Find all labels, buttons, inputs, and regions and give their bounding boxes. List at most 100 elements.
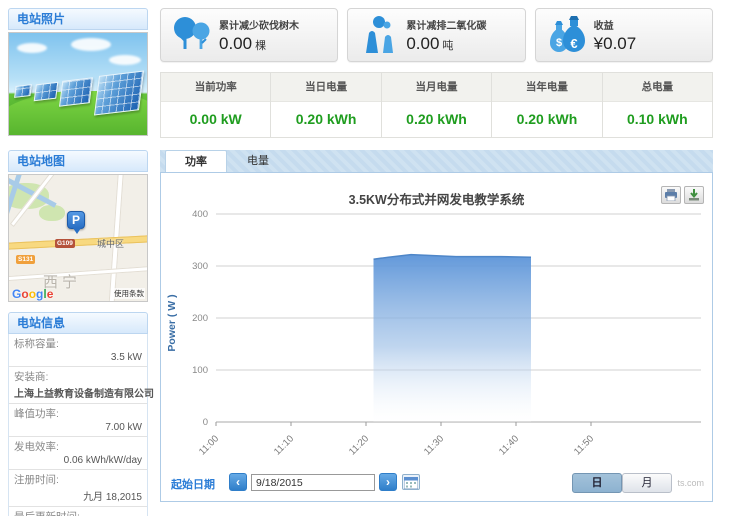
cloud-shape [17, 43, 47, 53]
solar-panel [14, 84, 32, 98]
map-panel-title: 电站地图 [8, 150, 148, 172]
info-row-installer: 安装商: 上海上益教育设备制造有限公司 [9, 367, 147, 404]
stat-total-energy: 总电量 0.10 kWh [602, 73, 712, 137]
card-value: 0.00吨 [406, 34, 518, 54]
map-terms-link[interactable]: 使用条款 [113, 288, 145, 299]
svg-text:0: 0 [203, 417, 208, 428]
cloud-shape [71, 38, 111, 51]
day-view-button[interactable]: 日 [572, 473, 622, 493]
google-map[interactable]: G109 S131 P 城中区 西宁 Google 使用条款 [8, 174, 148, 302]
stat-month-energy: 当月电量 0.20 kWh [381, 73, 491, 137]
eco-summary-cards: 累计减少砍伐树木 0.00棵 累计减排二氧化碳 0.00吨 $ € [160, 8, 713, 62]
svg-text:11:10: 11:10 [272, 433, 296, 457]
stat-value: 0.20 kWh [492, 102, 601, 137]
photo-panel-title: 电站照片 [8, 8, 148, 30]
card-unit: 棵 [255, 40, 266, 52]
chart-tab-strip: 功率 电量 [160, 150, 713, 172]
svg-text:€: € [570, 36, 577, 51]
info-label: 安装商: [14, 369, 142, 384]
card-label: 累计减少砍伐树木 [219, 17, 331, 32]
svg-text:11:50: 11:50 [572, 433, 596, 457]
start-date-input[interactable] [251, 474, 375, 491]
svg-text:100: 100 [192, 365, 208, 376]
logo-letter: o [29, 287, 36, 301]
card-co2-reduced: 累计减排二氧化碳 0.00吨 [347, 8, 525, 62]
stat-value: 0.00 kW [161, 102, 270, 137]
month-view-button[interactable]: 月 [622, 473, 672, 493]
logo-letter: e [47, 287, 54, 301]
google-logo[interactable]: Google [12, 287, 53, 301]
info-label: 峰值功率: [14, 406, 142, 421]
info-value: 0.06 kWh/kW/day [14, 455, 142, 466]
solar-panel [34, 82, 59, 102]
svg-text:11:20: 11:20 [347, 433, 371, 457]
svg-text:200: 200 [192, 313, 208, 324]
map-marker-p[interactable]: P [67, 211, 85, 229]
solar-panel [59, 77, 93, 106]
card-label: 累计减排二氧化碳 [406, 17, 518, 32]
card-number: 0.00 [219, 34, 252, 53]
cooling-towers-icon [354, 13, 406, 57]
svg-text:Power ( W ): Power ( W ) [166, 294, 178, 351]
calendar-button[interactable] [402, 474, 420, 490]
tab-energy[interactable]: 电量 [227, 150, 289, 172]
info-row-last-update: 最后更新时间: 九月 18 11:27,GMT+8,2015 [9, 507, 147, 516]
logo-letter: o [21, 287, 28, 301]
map-park-area [39, 205, 65, 221]
info-row-efficiency: 发电效率: 0.06 kWh/kW/day [9, 437, 147, 470]
logo-letter: G [12, 287, 21, 301]
card-number: ¥0.07 [594, 34, 637, 53]
info-value: 九月 18,2015 [14, 488, 142, 503]
card-unit: 吨 [442, 40, 453, 52]
info-label: 注册时间: [14, 472, 142, 487]
power-stats-bar: 当前功率 0.00 kW 当日电量 0.20 kWh 当月电量 0.20 kWh… [160, 72, 713, 138]
svg-text:300: 300 [192, 261, 208, 272]
solar-panel [94, 70, 144, 115]
chart-footer: 起始日期 ‹ › 日 月 ts.com [171, 471, 704, 495]
calendar-icon [404, 477, 418, 489]
map-district-label: 城中区 [97, 237, 124, 250]
info-value: 3.5 kW [14, 352, 142, 363]
stat-label: 当月电量 [382, 73, 491, 102]
info-label: 标称容量: [14, 336, 142, 351]
card-number: 0.00 [406, 34, 439, 53]
stat-value: 0.10 kWh [603, 102, 712, 137]
svg-text:11:00: 11:00 [197, 433, 221, 457]
station-info-panel: 电站信息 标称容量: 3.5 kW 安装商: 上海上益教育设备制造有限公司 峰值… [8, 312, 148, 516]
info-value: 上海上益教育设备制造有限公司 [14, 385, 142, 400]
power-area-chart: 0 100 200 300 400 11:00 11:10 11:20 11:30 11:40 11… [161, 173, 714, 463]
svg-text:11:30: 11:30 [422, 433, 446, 457]
svg-text:11:40: 11:40 [497, 433, 521, 457]
road-badge-g109: G109 [55, 239, 75, 248]
chart-body: 3.5KW分布式并网发电教学系统 010020030040011:0011:10… [160, 172, 713, 502]
stat-value: 0.20 kWh [382, 102, 491, 137]
stat-label: 当年电量 [492, 73, 601, 102]
chart-panel: 功率 电量 3.5KW分布式并网发电教学系统 010020030040011:0… [160, 150, 713, 502]
info-label: 发电效率: [14, 439, 142, 454]
stat-value: 0.20 kWh [271, 102, 380, 137]
card-label: 收益 [594, 17, 706, 32]
next-day-button[interactable]: › [379, 473, 397, 491]
stat-current-power: 当前功率 0.00 kW [161, 73, 270, 137]
stat-label: 当日电量 [271, 73, 380, 102]
stat-label: 当前功率 [161, 73, 270, 102]
info-value: 7.00 kW [14, 422, 142, 433]
card-value: 0.00棵 [219, 34, 331, 54]
station-photo-panel: 电站照片 [8, 8, 148, 136]
svg-text:400: 400 [192, 209, 208, 220]
info-row-registered: 注册时间: 九月 18,2015 [9, 470, 147, 507]
tab-power[interactable]: 功率 [165, 150, 227, 172]
info-row-capacity: 标称容量: 3.5 kW [9, 334, 147, 367]
stat-label: 总电量 [603, 73, 712, 102]
stat-today-energy: 当日电量 0.20 kWh [270, 73, 380, 137]
money-bags-icon: $ € [542, 13, 594, 57]
cloud-shape [109, 55, 141, 65]
station-photo [8, 32, 148, 136]
station-map-panel: 电站地图 G109 S131 P 城中区 西宁 Google 使用条款 [8, 150, 148, 302]
card-income: $ € 收益 ¥0.07 [535, 8, 713, 62]
trees-icon [167, 13, 219, 57]
info-row-peak-power: 峰值功率: 7.00 kW [9, 404, 147, 437]
prev-day-button[interactable]: ‹ [229, 473, 247, 491]
info-panel-title: 电站信息 [8, 312, 148, 334]
info-label: 最后更新时间: [14, 509, 142, 516]
